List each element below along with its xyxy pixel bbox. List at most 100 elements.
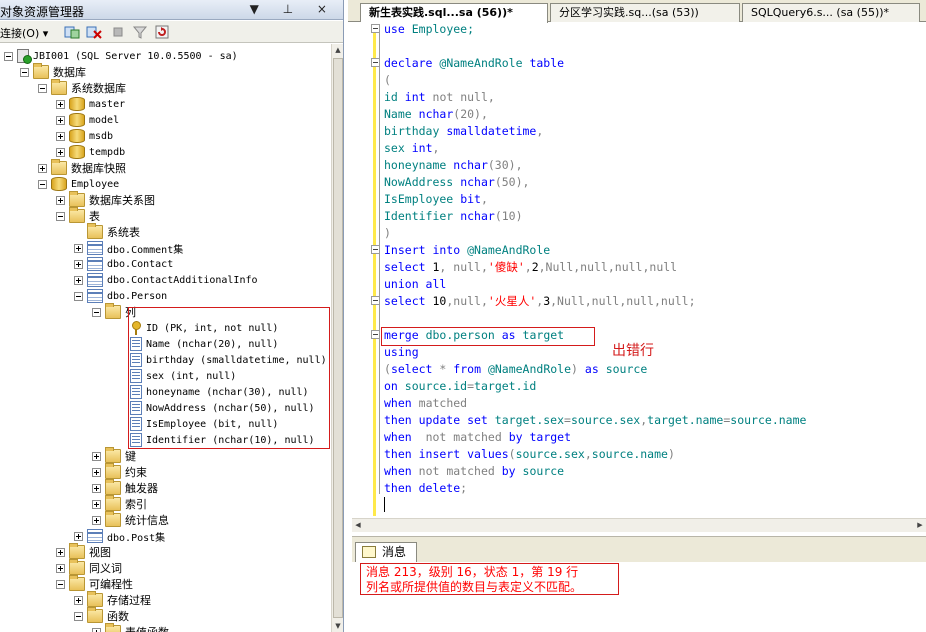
folder-icon	[87, 607, 103, 623]
expand-icon[interactable]	[92, 467, 101, 477]
expand-icon[interactable]	[74, 243, 83, 253]
folder-icon	[87, 223, 103, 239]
collapse-icon[interactable]	[56, 211, 65, 221]
expand-icon[interactable]	[92, 499, 101, 509]
expand-icon[interactable]	[56, 547, 65, 557]
tree-node-indexes[interactable]: 索引	[92, 495, 147, 512]
tree-node-db-model[interactable]: model	[56, 112, 119, 128]
tree-node-table-contact[interactable]: dbo.Contact	[74, 256, 173, 272]
tree-node-synonyms[interactable]: 同义词	[56, 559, 122, 576]
code-line: then update set target.sex=source.sex,ta…	[384, 413, 807, 427]
collapse-icon[interactable]	[4, 51, 13, 61]
expand-icon[interactable]	[74, 595, 83, 605]
expand-icon[interactable]	[92, 451, 101, 461]
object-explorer-toolbar: 连接(O) ▾	[0, 21, 343, 43]
tree-vertical-scrollbar[interactable]: ▲ ▼	[331, 44, 343, 632]
scroll-up-icon[interactable]: ▲	[333, 44, 343, 56]
collapse-icon[interactable]	[56, 579, 65, 589]
folder-icon	[33, 63, 49, 79]
columns-highlight-box	[128, 307, 330, 449]
editor-horizontal-scrollbar[interactable]: ◀ ▶	[352, 518, 926, 532]
tree-node-table-comment[interactable]: dbo.Comment集	[74, 240, 183, 256]
collapse-icon[interactable]	[74, 291, 83, 301]
tree-node-diagrams[interactable]: 数据库关系图	[56, 191, 155, 208]
fold-toggle-icon[interactable]	[371, 245, 380, 254]
tab-query-3[interactable]: SQLQuery6.s... (sa (55))*	[742, 3, 920, 22]
tree-node-db-tempdb[interactable]: tempdb	[56, 144, 125, 160]
server-icon	[17, 49, 32, 64]
tree-node-programmability[interactable]: 可编程性	[56, 575, 133, 592]
expand-icon[interactable]	[56, 563, 65, 573]
tree-node-tables[interactable]: 表	[56, 207, 100, 224]
panel-window-buttons[interactable]: ▼ ⊥ ×	[250, 2, 337, 16]
collapse-icon[interactable]	[38, 83, 47, 93]
database-icon	[69, 145, 85, 159]
tree-node-table-person[interactable]: dbo.Person	[74, 288, 167, 304]
expand-icon[interactable]	[74, 531, 83, 541]
connect-dropdown[interactable]: 连接(O) ▾	[0, 25, 48, 41]
tree-node-statistics[interactable]: 统计信息	[92, 511, 169, 528]
scroll-right-icon[interactable]: ▶	[914, 519, 926, 532]
database-icon	[69, 97, 85, 111]
expand-icon[interactable]	[92, 515, 101, 525]
tree-node-constraints[interactable]: 约束	[92, 463, 147, 480]
tree-node-table-contactadditionalinfo[interactable]: dbo.ContactAdditionalInfo	[74, 272, 258, 288]
code-line: sex int,	[384, 141, 440, 155]
tree-node-system-databases[interactable]: 系统数据库	[38, 79, 126, 96]
tree-node-db-master[interactable]: master	[56, 96, 125, 112]
code-line: birthday smalldatetime,	[384, 124, 544, 138]
fold-toggle-icon[interactable]	[371, 330, 380, 339]
folder-icon	[69, 559, 85, 575]
database-icon	[51, 177, 67, 191]
refresh-icon[interactable]	[154, 24, 170, 40]
expand-icon[interactable]	[74, 259, 83, 269]
fold-toggle-icon[interactable]	[371, 296, 380, 305]
scroll-thumb[interactable]	[333, 58, 343, 618]
collapse-icon[interactable]	[92, 307, 101, 317]
tab-query-2[interactable]: 分区学习实践.sq...(sa (53))	[550, 3, 740, 22]
tree-node-stored-procedures[interactable]: 存储过程	[74, 591, 151, 608]
tab-messages[interactable]: 消息	[355, 542, 417, 563]
table-icon	[87, 273, 103, 287]
expand-icon[interactable]	[56, 99, 65, 109]
tree-node-snapshots[interactable]: 数据库快照	[38, 159, 126, 176]
tab-query-1[interactable]: 新生表实践.sql...sa (56))*	[360, 3, 548, 23]
tree-node-views[interactable]: 视图	[56, 543, 111, 560]
expand-icon[interactable]	[56, 115, 65, 125]
collapse-icon[interactable]	[74, 611, 83, 621]
tree-node-table-post[interactable]: dbo.Post集	[74, 528, 165, 544]
folder-icon	[69, 575, 85, 591]
tree-node-functions[interactable]: 函数	[74, 607, 129, 624]
expand-icon[interactable]	[38, 163, 47, 173]
expand-icon[interactable]	[56, 131, 65, 141]
tree-node-triggers[interactable]: 触发器	[92, 479, 158, 496]
expand-icon[interactable]	[92, 483, 101, 493]
scroll-down-icon[interactable]: ▼	[333, 620, 343, 632]
filter-icon[interactable]	[132, 24, 148, 40]
tree-node-table-valued-functions[interactable]: 表值函数	[92, 623, 169, 632]
fold-toggle-icon[interactable]	[371, 58, 380, 67]
expand-icon[interactable]	[56, 195, 65, 205]
connect-icon[interactable]	[64, 24, 80, 40]
expand-icon[interactable]	[74, 275, 83, 285]
message-icon	[362, 546, 376, 558]
expand-icon[interactable]	[92, 627, 101, 632]
tree-node-server[interactable]: JBI001 (SQL Server 10.0.5500 - sa)	[4, 48, 238, 64]
tree-node-databases[interactable]: 数据库	[20, 63, 86, 80]
sql-code-editor[interactable]: use Employee; declare @NameAndRole table…	[384, 21, 924, 515]
folder-icon	[87, 591, 103, 607]
fold-toggle-icon[interactable]	[371, 24, 380, 33]
code-line: )	[384, 226, 391, 240]
collapse-icon[interactable]	[38, 179, 47, 189]
expand-icon[interactable]	[56, 147, 65, 157]
tree-node-system-tables[interactable]: 系统表	[87, 223, 140, 240]
table-icon	[87, 257, 103, 271]
folder-icon	[105, 479, 121, 495]
stop-icon[interactable]	[110, 24, 126, 40]
scroll-left-icon[interactable]: ◀	[352, 519, 364, 532]
collapse-icon[interactable]	[20, 67, 29, 77]
tree-node-keys[interactable]: 键	[92, 447, 136, 464]
tree-node-db-msdb[interactable]: msdb	[56, 128, 113, 144]
disconnect-icon[interactable]	[86, 24, 102, 40]
tree-node-db-employee[interactable]: Employee	[38, 176, 119, 192]
